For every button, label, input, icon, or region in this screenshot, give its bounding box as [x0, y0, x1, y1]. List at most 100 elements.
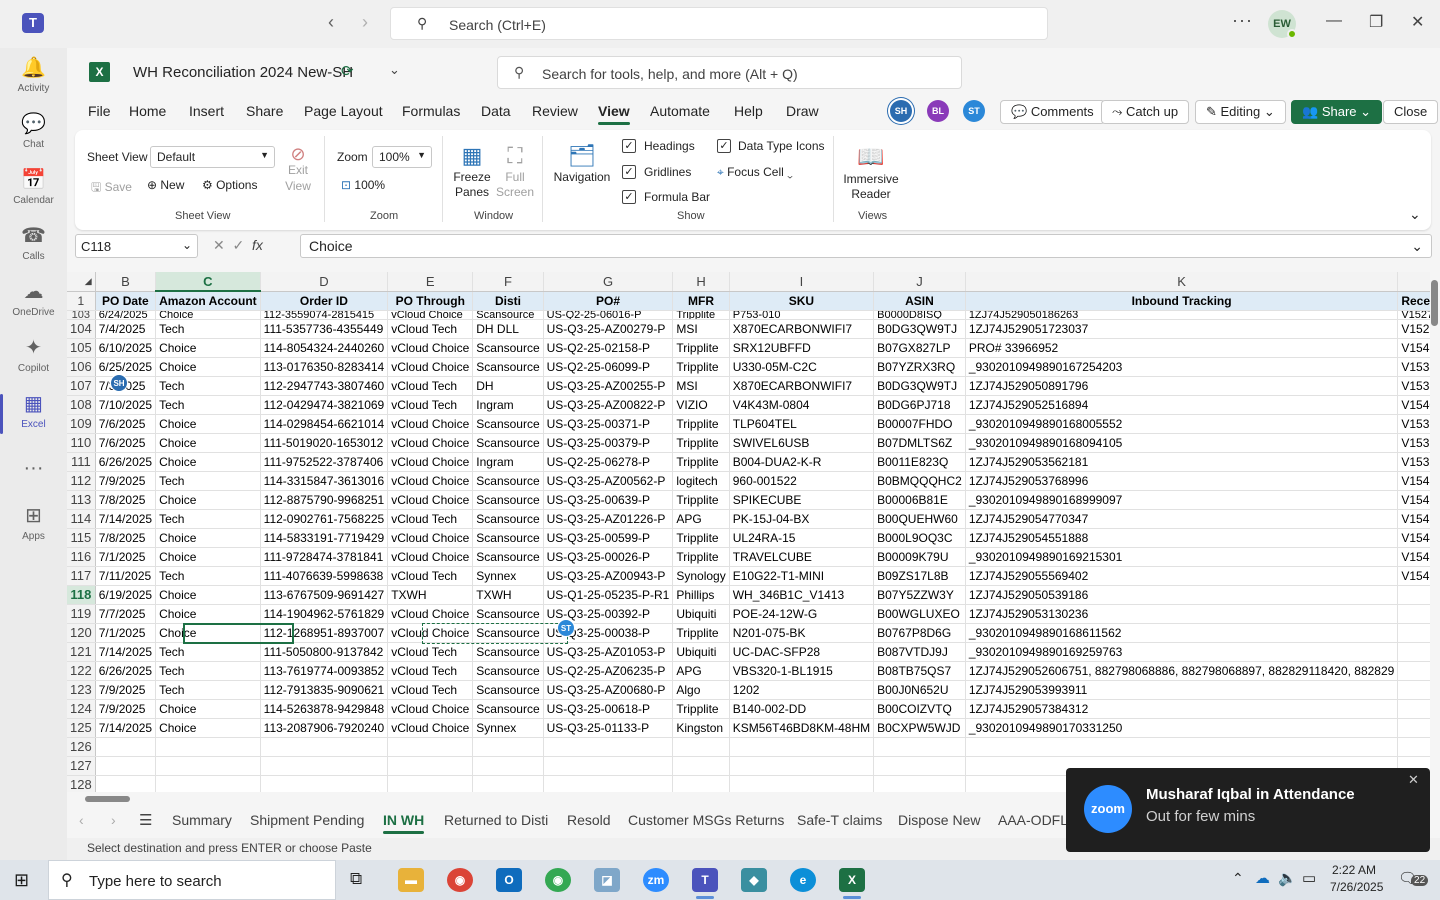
cell[interactable]: 7/10/2025 — [95, 395, 157, 415]
cell[interactable]: vCloud Tech — [387, 566, 474, 586]
chevron-down-icon[interactable]: ⌄ — [389, 62, 400, 78]
row-header[interactable]: 105 — [67, 338, 96, 358]
formula-bar-checkbox[interactable]: ✓ — [622, 190, 636, 204]
cell[interactable]: MSI — [672, 376, 730, 396]
cell[interactable]: Choice — [155, 585, 261, 605]
vpn-app-icon[interactable]: ◆ — [741, 868, 767, 892]
back-arrow-icon[interactable]: ‹ — [328, 12, 334, 33]
cell[interactable]: US-Q3-25-AZ00279-P — [543, 319, 674, 339]
cell[interactable]: Choice — [155, 547, 261, 567]
menu-tab-data[interactable]: Data — [481, 103, 511, 119]
cell[interactable]: vCloud Tech — [387, 642, 474, 662]
cell[interactable]: 113-6767509-9691427 — [260, 585, 389, 605]
cancel-icon[interactable]: ✕ — [213, 237, 225, 253]
cell[interactable] — [672, 756, 730, 776]
cell[interactable] — [387, 756, 474, 776]
clock[interactable]: 2:22 AM 7/26/2025 — [1330, 863, 1383, 894]
cell[interactable]: US-Q3-25-AZ01053-P — [543, 642, 674, 662]
cell[interactable]: Scansource — [472, 699, 544, 719]
cell[interactable]: 7/6/2025 — [95, 433, 157, 453]
cell[interactable] — [729, 737, 875, 757]
cell[interactable]: 7/8/2025 — [95, 528, 157, 548]
cell[interactable]: V1537 — [1397, 433, 1431, 453]
cell[interactable]: Choice — [155, 310, 261, 320]
cell[interactable]: Tripplite — [672, 490, 730, 510]
cell[interactable]: Kingston — [672, 718, 730, 738]
cell[interactable]: vCloud Tech — [387, 509, 474, 529]
cell[interactable] — [543, 737, 674, 757]
row-header[interactable]: 103 — [67, 310, 96, 320]
cell[interactable] — [873, 756, 966, 776]
rail-item-calls[interactable]: ☎ Calls — [0, 224, 67, 262]
cell[interactable] — [1397, 642, 1431, 662]
row-header[interactable]: 108 — [67, 395, 96, 415]
row-header[interactable]: 126 — [67, 737, 96, 757]
cell[interactable]: Choice — [155, 338, 261, 358]
cell[interactable] — [260, 737, 389, 757]
cell[interactable]: 111-4076639-5998638 — [260, 566, 389, 586]
cell[interactable]: 114-5833191-7719429 — [260, 528, 389, 548]
cell[interactable]: 7/9/2025 — [95, 699, 157, 719]
cell[interactable]: Scansource — [472, 414, 544, 434]
cell[interactable]: TXWH — [387, 585, 474, 605]
cell[interactable]: vCloud Tech — [387, 395, 474, 415]
cell[interactable]: 7/1/2025 — [95, 547, 157, 567]
chrome-profile-icon[interactable]: ◉ — [545, 868, 571, 892]
cell[interactable]: 7/1/2025 — [95, 623, 157, 643]
comments-button[interactable]: 💬 Comments — [1000, 100, 1105, 124]
autosave-status-icon[interactable]: ⟳ — [341, 62, 354, 80]
cell[interactable]: Algo — [672, 680, 730, 700]
cell[interactable]: Tripplite — [672, 338, 730, 358]
excel-app-icon[interactable]: X — [839, 868, 865, 899]
cell[interactable] — [729, 756, 875, 776]
outlook-icon[interactable]: O — [496, 868, 522, 892]
column-header-j[interactable]: J — [873, 272, 966, 292]
freeze-panes-button[interactable]: ▦ Freeze Panes — [451, 142, 493, 200]
cell[interactable]: 113-2087906-7920240 — [260, 718, 389, 738]
cell[interactable]: 112-0429474-3821069 — [260, 395, 389, 415]
cell[interactable]: _930201094989016921​5301 — [965, 547, 1399, 567]
cell[interactable]: APG — [672, 661, 730, 681]
cell[interactable]: vCloud Tech — [387, 376, 474, 396]
menu-tab-help[interactable]: Help — [734, 103, 763, 119]
cell[interactable]: V1533 — [1397, 376, 1431, 396]
cell[interactable]: Choice — [155, 604, 261, 624]
notifications-icon[interactable]: 🗨22 — [1398, 869, 1429, 887]
cell[interactable] — [155, 737, 261, 757]
collapse-ribbon-icon[interactable]: ⌄ — [1409, 206, 1421, 223]
cell[interactable]: 113-7619774-0093852 — [260, 661, 389, 681]
expand-formula-icon[interactable]: ⌄ — [1411, 238, 1423, 255]
cell[interactable]: B00QUEHW60 — [873, 509, 966, 529]
cell[interactable]: US-Q3-25-00599-P — [543, 528, 674, 548]
user-avatar[interactable]: EW — [1268, 10, 1297, 39]
column-header-g[interactable]: G — [543, 272, 674, 292]
cell[interactable]: vCloud Choice — [387, 338, 474, 358]
row-header[interactable]: 115 — [67, 528, 96, 548]
sheet-tab-returned-to-disti[interactable]: Returned to Disti — [444, 812, 548, 828]
row-header[interactable]: 120 — [67, 623, 96, 643]
cell[interactable]: Ubiquiti — [672, 642, 730, 662]
cell[interactable]: vCloud Tech — [387, 319, 474, 339]
row-header[interactable]: 110 — [67, 433, 96, 453]
cell[interactable]: B07YZRX3RQ — [873, 357, 966, 377]
cell[interactable]: logitech — [672, 471, 730, 491]
editing-button[interactable]: ✎ Editing ⌄ — [1195, 100, 1286, 124]
row-header[interactable]: 116 — [67, 547, 96, 567]
cell[interactable]: _930201094989016925​9763 — [965, 642, 1399, 662]
cell[interactable]: 1ZJ74J529052516894 — [965, 395, 1399, 415]
cell[interactable]: 1ZJ74J529053993911 — [965, 680, 1399, 700]
close-toast-icon[interactable]: ✕ — [1408, 772, 1419, 788]
coauthor-avatar-bl[interactable]: BL — [927, 100, 949, 122]
cell[interactable]: X870ECARBONWIFI7 — [729, 376, 875, 396]
column-title[interactable]: Receiving Ref# — [1397, 291, 1431, 311]
column-header-e[interactable]: E — [387, 272, 474, 292]
cell[interactable]: V1529 — [1397, 319, 1431, 339]
cell[interactable]: B07DMLTS6Z — [873, 433, 966, 453]
all-sheets-icon[interactable]: ☰ — [139, 811, 152, 829]
cell[interactable] — [873, 737, 966, 757]
row-header[interactable]: 112 — [67, 471, 96, 491]
cell[interactable] — [1397, 737, 1431, 757]
cell[interactable]: U330-05M-C2C — [729, 357, 875, 377]
cell[interactable] — [95, 737, 157, 757]
cell[interactable]: Synnex — [472, 566, 544, 586]
